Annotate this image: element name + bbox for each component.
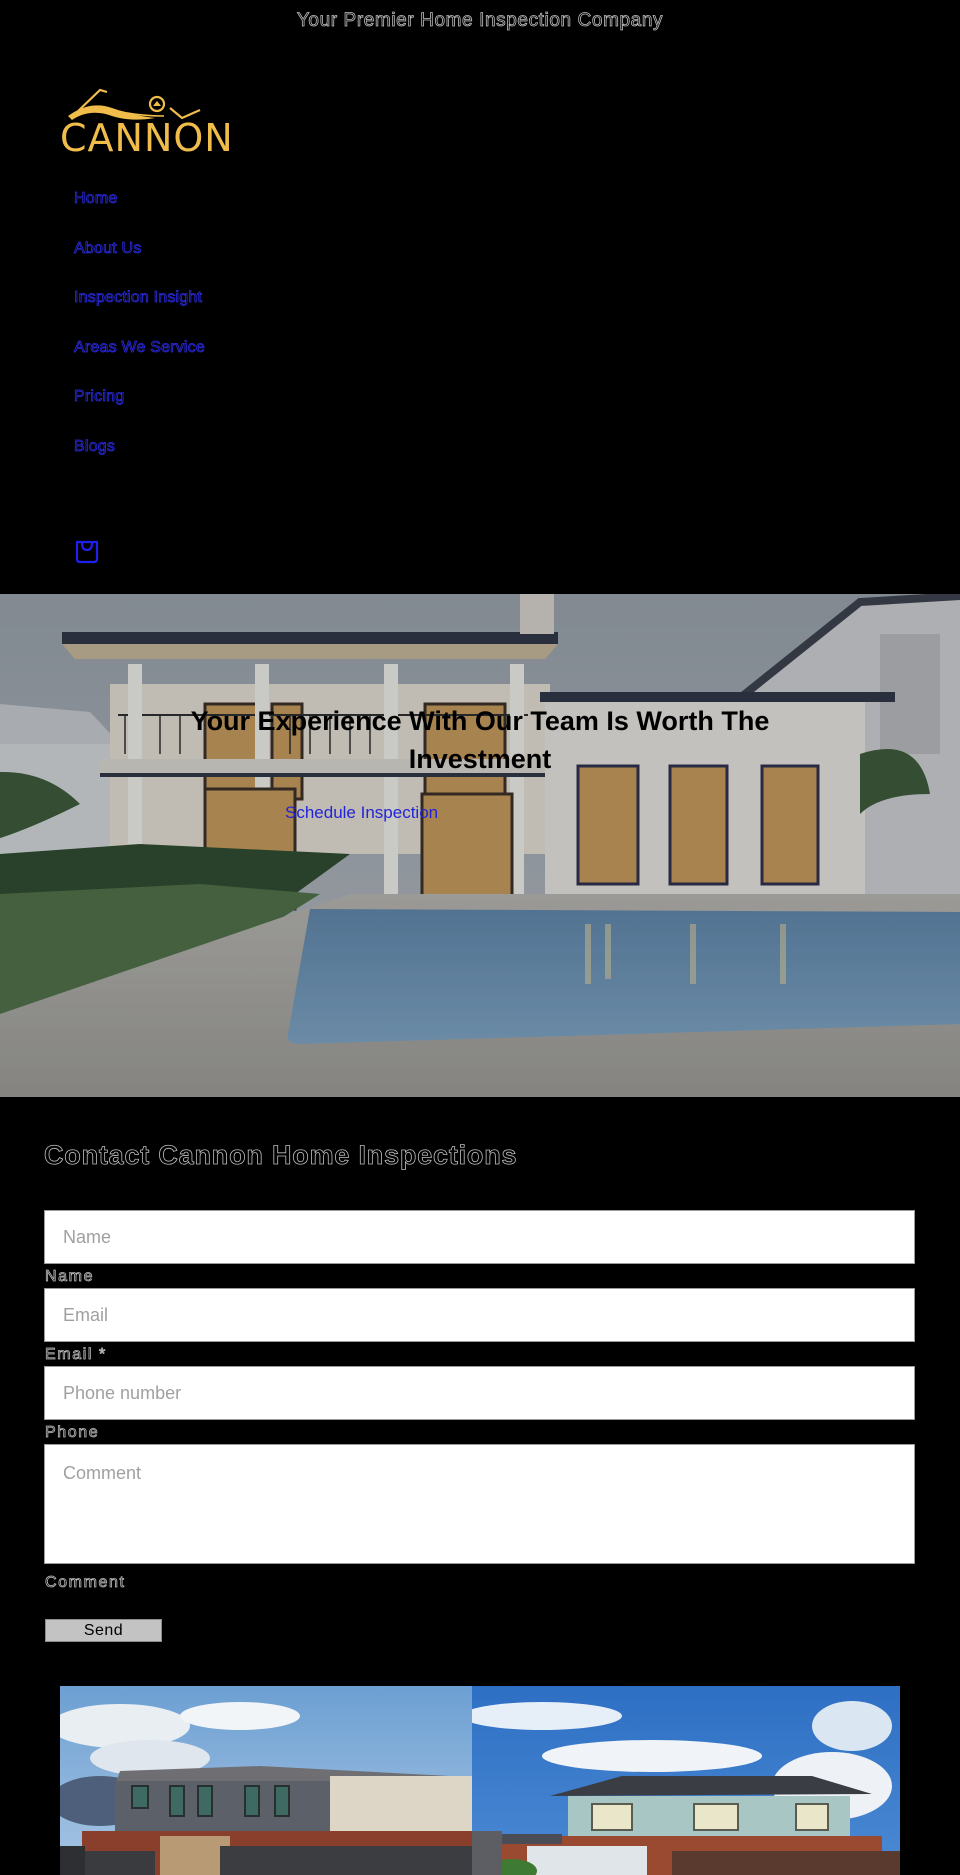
schedule-inspection-link[interactable]: Schedule Inspection [285, 803, 438, 823]
contact-title: Contact Cannon Home Inspections [44, 1140, 518, 1171]
email-label: Email * [45, 1346, 107, 1364]
comment-label: Comment [45, 1574, 126, 1592]
hero-title: Your Experience With Our Team Is Worth T… [190, 706, 770, 774]
shopping-bag-icon [75, 540, 99, 564]
name-input[interactable] [44, 1210, 915, 1264]
comment-textarea[interactable] [44, 1444, 915, 1564]
gallery-image-modern-house [60, 1686, 472, 1875]
announcement-bar: Your Premier Home Inspection Company [296, 10, 664, 32]
send-button[interactable]: Send [45, 1619, 162, 1642]
gallery-image-weatherboard-house [472, 1686, 900, 1875]
name-label: Name [45, 1268, 95, 1286]
house-gallery [60, 1686, 900, 1875]
phone-input[interactable] [44, 1366, 915, 1420]
cart-button[interactable] [74, 540, 100, 564]
brand-logo[interactable]: CANNON [60, 78, 235, 160]
hero-overlay [0, 594, 960, 1097]
hero-banner: Your Experience With Our Team Is Worth T… [0, 594, 960, 1097]
email-input[interactable] [44, 1288, 915, 1342]
nav-item-pricing[interactable]: Pricing [74, 388, 125, 406]
nav-item-home[interactable]: Home [74, 190, 118, 208]
nav-item-blogs[interactable]: Blogs [74, 438, 116, 456]
nav-item-inspection-insight[interactable]: Inspection Insight [74, 289, 203, 307]
nav-item-about-us[interactable]: About Us [74, 240, 142, 258]
brand-name: CANNON [60, 116, 234, 160]
phone-label: Phone [45, 1424, 100, 1442]
nav-item-areas-we-service[interactable]: Areas We Service [74, 339, 206, 357]
